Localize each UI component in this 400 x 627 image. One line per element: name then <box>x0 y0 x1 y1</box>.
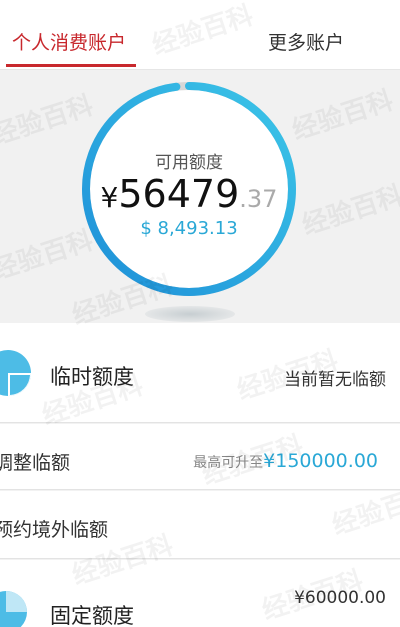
usd-amount: $ 8,493.13 <box>140 218 238 239</box>
available-credit-label: 可用额度 <box>155 153 223 173</box>
adjust-temp-limit-row[interactable]: 调整临额 最高可升至¥150000.00 <box>0 424 400 490</box>
temporary-limit-title: 临时额度 <box>50 365 134 389</box>
max-limit-prefix: 最高可升至 <box>193 455 264 471</box>
active-tab-indicator <box>6 64 136 67</box>
ring-center: 可用额度 ¥56479.37 $ 8,493.13 <box>80 80 298 298</box>
account-tabs: 个人消费账户 更多账户 <box>0 0 400 70</box>
fixed-limit-amount: ¥60000.00 <box>294 588 386 608</box>
overseas-temp-limit-row[interactable]: 预约境外临额 <box>0 491 400 559</box>
available-credit-panel: 可用额度 ¥56479.37 $ 8,493.13 <box>0 70 400 323</box>
max-limit-value: ¥150000.00 <box>263 450 378 472</box>
currency-symbol: ¥ <box>100 181 119 214</box>
amount-decimal: .37 <box>239 185 278 213</box>
overseas-temp-limit-label: 预约境外临额 <box>0 519 109 541</box>
tab-more-accounts[interactable]: 更多账户 <box>268 28 344 55</box>
fixed-limit-pie-icon <box>0 591 27 627</box>
temporary-limit-section[interactable]: 临时额度 当前暂无临额 <box>0 323 400 423</box>
amount-integer: 56479 <box>118 172 240 216</box>
fixed-limit-title: 固定额度 <box>50 604 134 627</box>
adjust-temp-limit-label: 调整临额 <box>0 452 71 474</box>
fixed-limit-section[interactable]: 固定额度 ¥60000.00 <box>0 560 400 627</box>
tab-personal-account[interactable]: 个人消费账户 <box>12 28 126 55</box>
temporary-limit-pie-icon <box>0 350 31 396</box>
temporary-limit-status: 当前暂无临额 <box>284 370 386 390</box>
max-limit-info: 最高可升至¥150000.00 <box>193 450 378 472</box>
available-credit-amount: ¥56479.37 <box>80 172 298 216</box>
ring-shadow <box>145 306 235 322</box>
